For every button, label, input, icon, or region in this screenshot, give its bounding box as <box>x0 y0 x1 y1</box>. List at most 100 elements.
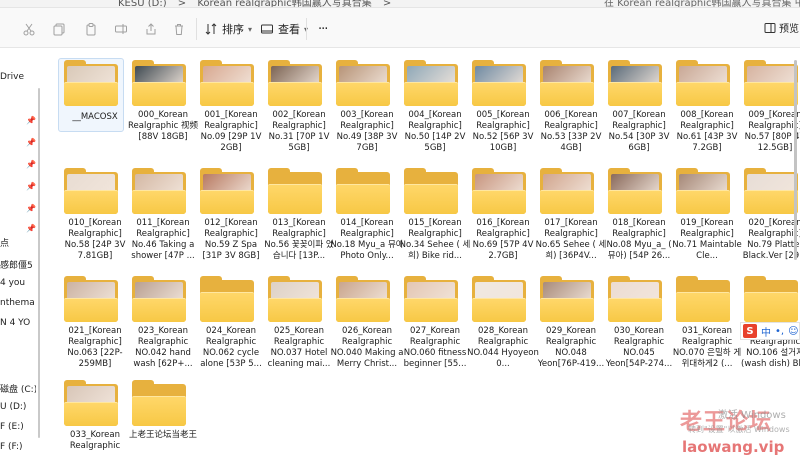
preview-label: 预览 <box>779 24 799 35</box>
navigation-pane[interactable]: Drive 📌 📌 📌 📌 📌 📌 点 感郎僵5 4 you nthema N … <box>0 48 42 459</box>
folder-item[interactable]: 023_Korean Realgraphic NO.042 hand wash … <box>130 270 196 374</box>
folder-icon <box>132 60 186 106</box>
breadcrumb-separator: > <box>382 0 392 8</box>
folder-item[interactable]: 002_[Korean Realgraphic] No.31 [70P 1V 5… <box>266 54 332 158</box>
more-options-button[interactable]: ··· <box>318 20 328 38</box>
nav-item-drive-e[interactable]: F (E:) <box>0 422 36 438</box>
nav-item-pinned[interactable]: 📌 <box>0 180 36 196</box>
folder-label: 014_[Korean Realgraphic] No.18 Myu_a 뮤아 … <box>330 218 404 261</box>
folder-item[interactable]: 021_[Korean Realgraphic] No.063 [22P-259… <box>62 270 128 374</box>
nav-item-drive-f[interactable]: F (F:) <box>0 442 36 458</box>
folder-label: 007_[Korean Realgraphic] No.54 [30P 3V 6… <box>608 110 670 153</box>
chevron-down-icon: ▾ <box>248 24 253 34</box>
folder-item[interactable]: 017_[Korean Realgraphic] No.65 Sehee ( 세… <box>536 162 606 266</box>
pin-icon: 📌 <box>26 138 36 147</box>
folder-item[interactable]: 上老王论坛当老王 <box>129 374 197 459</box>
nav-item-folder[interactable]: 4 you <box>0 278 36 294</box>
nav-item-pinned[interactable]: 📌 <box>0 136 36 152</box>
nav-item-pinned[interactable]: 📌 <box>0 202 36 218</box>
nav-item-pinned[interactable]: 📌 <box>0 114 36 130</box>
address-bar[interactable]: KESU (D:) > Korean realgraphic韩国赢人写真合集 >… <box>0 0 800 8</box>
preview-pane-button[interactable]: 预览 <box>764 20 799 35</box>
punctuation-icon[interactable]: •, <box>775 326 784 337</box>
toolbar-divider <box>306 18 307 40</box>
folder-label: 024_Korean Realgraphic NO.062 cycle alon… <box>200 326 262 369</box>
folder-item[interactable]: 003_[Korean Realgraphic] No.49 [38P 3V 7… <box>334 54 400 158</box>
folder-item[interactable]: 028_Korean Realgraphic NO.044 Hyoyeon 0.… <box>467 270 539 374</box>
folder-item[interactable]: 013_[Korean Realgraphic] No.56 꽃꽂이파 었습니다… <box>264 162 334 266</box>
folder-item[interactable]: 007_[Korean Realgraphic] No.54 [30P 3V 6… <box>606 54 672 158</box>
folder-label: 003_[Korean Realgraphic] No.49 [38P 3V 7… <box>336 110 398 153</box>
ime-mode-label[interactable]: 中 <box>761 324 771 339</box>
vertical-scrollbar[interactable] <box>794 60 797 260</box>
folder-label: 021_[Korean Realgraphic] No.063 [22P-259… <box>67 326 123 369</box>
folder-icon <box>472 168 526 214</box>
folder-icon <box>608 168 662 214</box>
folder-item[interactable]: 024_Korean Realgraphic NO.062 cycle alon… <box>198 270 264 374</box>
breadcrumb-drive[interactable]: KESU (D:) <box>118 0 167 7</box>
folder-item[interactable]: 012_[Korean Realgraphic] No.59 Z Spa [31… <box>198 162 264 266</box>
folder-item[interactable]: 018_[Korean Realgraphic] No.08 Myu_a_ ( … <box>606 162 672 266</box>
folder-item[interactable]: 033_Korean Realgraphic <box>62 374 128 459</box>
folder-item[interactable]: 000_Korean Realgraphic 视频 [88V 18GB] <box>128 54 198 158</box>
breadcrumb-folder[interactable]: Korean realgraphic韩国赢人写真合集 <box>197 0 371 7</box>
folder-item[interactable]: 006_[Korean Realgraphic] No.53 [33P 2V 4… <box>538 54 604 158</box>
nav-item-folder[interactable]: 感郎僵5 <box>0 258 36 274</box>
folder-item[interactable]: 026_Korean Realgraphic NO.040 Making a M… <box>331 270 403 374</box>
folder-item[interactable]: 031_Korean Realgraphic NO.070 은밀하 게위대하게2… <box>673 270 741 374</box>
folder-item[interactable]: 001_[Korean Realgraphic] No.09 [29P 1V 2… <box>198 54 264 158</box>
copy-button[interactable] <box>52 20 66 38</box>
share-button[interactable] <box>144 20 158 38</box>
breadcrumb[interactable]: KESU (D:) > Korean realgraphic韩国赢人写真合集 > <box>118 0 399 8</box>
folder-item[interactable]: 010_[Korean Realgraphic] No.58 [24P 3V 7… <box>62 162 128 266</box>
nav-item-folder[interactable]: N 4 YO <box>0 318 36 334</box>
search-input[interactable]: 在 Korean realgraphic韩国赢人写真合集 中搜 <box>604 0 800 7</box>
folder-item[interactable]: 015_[Korean Realgraphic] No.34 Sehee ( 세… <box>400 162 470 266</box>
folder-icon <box>404 60 458 106</box>
nav-scrollbar[interactable] <box>38 88 40 438</box>
nav-item-drive[interactable]: Drive <box>0 72 36 88</box>
rename-button[interactable] <box>114 20 128 38</box>
folder-label: 002_[Korean Realgraphic] No.31 [70P 1V 5… <box>268 110 330 153</box>
folder-label: 026_Korean Realgraphic NO.040 Making a M… <box>330 326 404 369</box>
paste-button[interactable] <box>84 20 98 38</box>
folder-icon <box>268 168 322 214</box>
folder-item[interactable]: 019_[Korean Realgraphic] No.71 Maintable… <box>672 162 742 266</box>
folder-item[interactable]: 009_[Korean Realgraphic] No.57 [80P 4V 1… <box>742 54 800 158</box>
folder-item[interactable]: 030_Korean Realgraphic NO.045 Yeon[54P-2… <box>606 270 672 374</box>
folder-label: 006_[Korean Realgraphic] No.53 [33P 2V 4… <box>540 110 602 153</box>
view-button[interactable]: 查看 ▾ <box>260 20 308 38</box>
nav-item-drive-d[interactable]: U (D:) <box>0 402 36 418</box>
folder-icon <box>404 276 458 322</box>
nav-item-pinned[interactable]: 📌 <box>0 158 36 174</box>
nav-item-folder[interactable]: nthema <box>0 298 36 314</box>
folder-item[interactable]: 004_[Korean Realgraphic] No.50 [14P 2V 5… <box>402 54 468 158</box>
folder-icon <box>676 168 730 214</box>
folder-icon <box>676 60 730 106</box>
folder-item[interactable]: 014_[Korean Realgraphic] No.18 Myu_a 뮤아 … <box>330 162 404 266</box>
folder-label: 029_Korean Realgraphic NO.048 Yeon[76P-4… <box>537 326 605 369</box>
folder-item[interactable]: 008_[Korean Realgraphic] No.61 [43P 3V 7… <box>674 54 740 158</box>
activate-windows-subtext: 转到"设置"以激活 Windows <box>688 425 790 434</box>
folder-item[interactable]: __MACOSX <box>58 54 128 158</box>
nav-item-drive-c[interactable]: 磁盘 (C:) <box>0 382 36 398</box>
folder-icon <box>608 276 662 322</box>
emoji-icon[interactable]: ☺ <box>788 326 798 337</box>
folder-label: 023_Korean Realgraphic NO.042 hand wash … <box>133 326 193 369</box>
folder-icon <box>200 60 254 106</box>
folder-item[interactable]: 011_[Korean Realgraphic] No.46 Taking a … <box>130 162 196 266</box>
folder-item[interactable]: 020_[Korean Realgraphic] No.79 Platter B… <box>742 162 800 266</box>
folder-item[interactable]: 005_[Korean Realgraphic] No.52 [56P 3V 1… <box>470 54 536 158</box>
delete-button[interactable] <box>172 20 186 38</box>
view-icon <box>261 24 273 34</box>
ime-toolbar[interactable]: S 中 •, ☺ <box>740 322 800 340</box>
folder-item[interactable]: 025_Korean Realgraphic NO.037 Hotel clea… <box>266 270 332 374</box>
nav-item-folder[interactable]: 点 <box>0 236 36 252</box>
folder-item[interactable]: 016_[Korean Realgraphic] No.69 [57P 4V 2… <box>470 162 536 266</box>
cut-button[interactable] <box>22 20 36 38</box>
folder-icon <box>336 276 390 322</box>
folder-item[interactable]: 027_Korean Realgraphic NO.060 fitness be… <box>402 270 468 374</box>
folder-item[interactable]: 029_Korean Realgraphic NO.048 Yeon[76P-4… <box>538 270 604 374</box>
sort-button[interactable]: 排序 ▾ <box>204 20 252 38</box>
folder-icon <box>472 276 526 322</box>
